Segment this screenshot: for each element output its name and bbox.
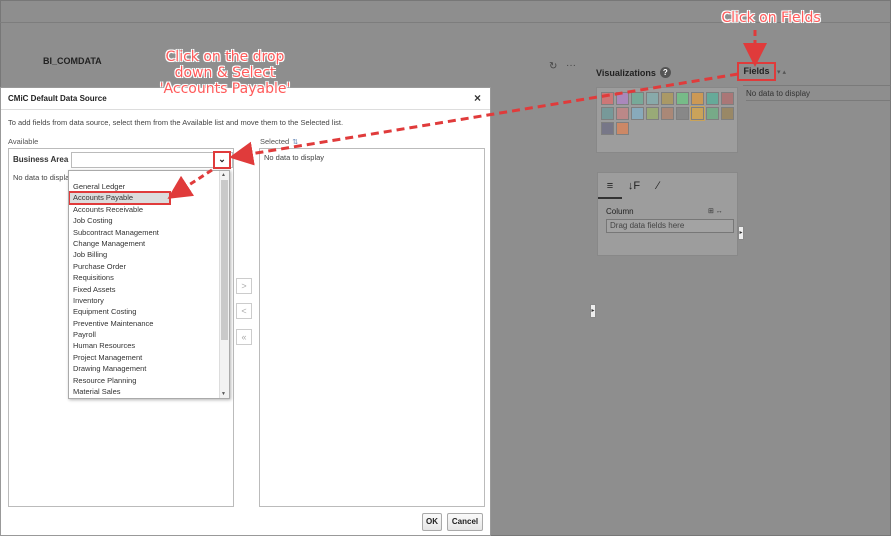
text-icon[interactable] [601,122,614,135]
dropdown-option[interactable]: Preventive Maintenance [69,318,219,329]
fields-annotation: Click on Fields [721,10,821,26]
dropdown-option[interactable]: Accounts Payable [69,191,171,205]
dropdown-option[interactable]: Subcontract Management [69,227,219,238]
business-area-select[interactable]: ⌄ [71,151,233,169]
treemap-icon[interactable] [721,107,734,120]
combo-chart-icon[interactable] [721,92,734,105]
dropdown-option[interactable]: Fixed Assets [69,284,219,295]
move-all-left-button[interactable]: « [236,329,252,345]
column-chart-icon[interactable] [646,92,659,105]
pivot-table-icon[interactable] [706,107,719,120]
sort-tab-icon[interactable]: ↓F [622,173,646,199]
column-options-icon[interactable]: ⊞ ↔ [708,207,723,215]
refresh-icon[interactable]: ↻ [549,61,557,72]
funnel-icon[interactable] [646,107,659,120]
move-right-button[interactable]: > [236,278,252,294]
stacked-column-icon[interactable] [661,92,674,105]
dropdown-option[interactable]: Human Resources [69,340,219,351]
visualizations-header: Visualizations ? [596,67,671,78]
map-icon[interactable] [631,107,644,120]
dropdown-option[interactable]: Change Management [69,238,219,249]
number-icon[interactable] [676,107,689,120]
panel-expand-handle[interactable]: ▸ [738,226,744,240]
dropdown-option[interactable]: Material Sales [69,386,219,397]
available-empty-message: No data to display [13,173,74,182]
canvas-expand-handle[interactable]: ▸ [590,304,596,318]
dropdown-scrollbar[interactable]: ▲ ▼ [219,171,229,398]
bubble-chart-icon[interactable] [616,107,629,120]
scroll-down-icon[interactable]: ▼ [221,391,226,397]
dialog-description: To add fields from data source, select t… [8,118,344,127]
fields-empty-message: No data to display [746,89,891,101]
dropdown-annotation-line-3: 'Accounts Payable' [159,81,291,97]
dropdown-option[interactable]: Project Management [69,352,219,363]
dropdown-option[interactable]: Equipment Costing [69,306,219,317]
fields-tab-icon[interactable]: ≡ [598,173,622,199]
dropdown-options: General Ledger Accounts Payable Accounts R… [69,171,219,397]
heatmap-icon[interactable] [616,122,629,135]
fields-divider [743,85,891,86]
visualization-types-grid [601,92,734,135]
move-left-button[interactable]: < [236,303,252,319]
line-chart-icon[interactable] [676,92,689,105]
dropdown-option[interactable]: Job Costing [69,215,219,226]
selected-empty-message: No data to display [264,153,325,162]
selected-label: Selected [260,137,290,146]
close-icon[interactable]: × [474,91,481,105]
dropdown-option[interactable]: General Ledger [69,181,219,192]
column-label: Column [606,207,634,216]
bar-chart-icon[interactable] [601,92,614,105]
dropdown-option[interactable]: Payroll [69,329,219,340]
dropdown-option[interactable]: Resource Planning [69,375,219,386]
properties-tabs: ≡ ↓F ∕ [598,173,670,201]
dialog-title: CMiC Default Data Source [8,94,107,103]
dropdown-option[interactable]: Drawing Management [69,363,219,374]
stacked-bar-icon[interactable] [616,92,629,105]
properties-panel: ≡ ↓F ∕ Column ⊞ ↔ Drag data fields here [597,172,738,256]
visualizations-panel [596,87,738,153]
dropdown-annotation-line-2: down & Select [174,65,276,81]
report-title: BI_COMDATA [43,56,102,66]
selected-list[interactable]: No data to display [259,148,485,507]
scrollbar-thumb[interactable] [221,180,228,340]
cancel-button[interactable]: Cancel [447,513,483,531]
more-options-icon[interactable]: ··· [566,60,576,71]
column-drop-zone[interactable]: Drag data fields here [606,219,734,233]
help-icon[interactable]: ? [659,67,671,78]
gauge-icon[interactable] [661,107,674,120]
fields-tab[interactable]: Fields [737,62,776,81]
business-area-label: Business Area [13,155,69,164]
table-icon[interactable] [690,106,705,121]
dropdown-option[interactable]: Inventory [69,295,219,306]
fields-collapse-icon[interactable]: ▾ ▴ [777,68,786,76]
available-label: Available [8,137,39,146]
area-chart-icon[interactable] [706,92,719,105]
pie-chart-icon[interactable] [691,92,704,105]
format-tab-icon[interactable]: ∕ [646,173,670,199]
chevron-down-icon[interactable]: ⌄ [213,151,231,169]
scroll-up-icon[interactable]: ▲ [221,172,226,178]
dropdown-option[interactable]: Accounts Receivable [69,204,219,215]
visualizations-label: Visualizations [596,67,656,78]
dropdown-option[interactable]: Requisitions [69,272,219,283]
sort-icon[interactable]: ⇅ [292,138,298,146]
dropdown-option[interactable]: Job Billing [69,249,219,260]
horizontal-bar-icon[interactable] [631,92,644,105]
selected-header: Selected ⇅ [260,137,298,146]
scatter-chart-icon[interactable] [601,107,614,120]
business-area-dropdown[interactable]: General Ledger Accounts Payable Accounts R… [68,170,230,399]
ok-button[interactable]: OK [422,513,442,531]
dropdown-annotation-line-1: Click on the drop [165,49,285,65]
dropdown-option[interactable]: Purchase Order [69,261,219,272]
